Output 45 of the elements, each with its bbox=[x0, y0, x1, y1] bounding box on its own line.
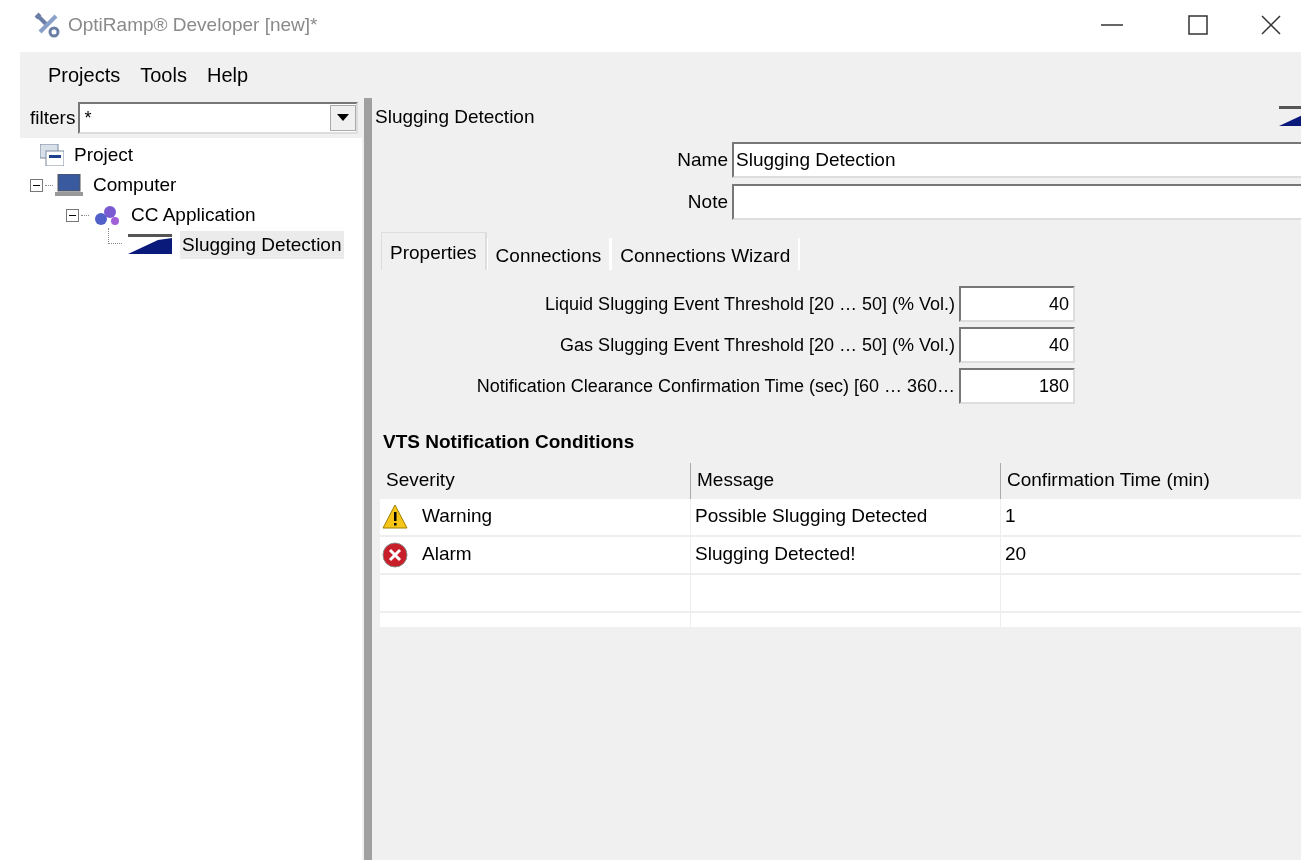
tab[interactable]: Properties bbox=[381, 232, 487, 270]
panel-title: Slugging Detection bbox=[375, 104, 535, 129]
maximize-icon bbox=[1188, 15, 1208, 35]
number-field[interactable]: 180 bbox=[959, 368, 1075, 404]
close-icon bbox=[1261, 15, 1281, 35]
table-cell: Possible Slugging Detected bbox=[690, 498, 1000, 535]
minimize-icon bbox=[1101, 24, 1123, 26]
table-cell: Slugging Detected! bbox=[690, 536, 1000, 573]
column-header[interactable]: Confirmation Time (min) bbox=[1000, 462, 1301, 499]
number-field[interactable]: 40 bbox=[959, 327, 1075, 363]
property-label: Gas Slugging Event Threshold [20 … 50] (% Vol.) bbox=[559, 333, 956, 357]
collapse-toggle-icon[interactable] bbox=[66, 208, 79, 222]
computer-icon bbox=[55, 174, 83, 196]
tree-item[interactable]: Project bbox=[72, 140, 136, 170]
tab[interactable]: Connections Wizard bbox=[611, 238, 801, 270]
note-field[interactable] bbox=[732, 184, 1301, 220]
filter-combobox[interactable]: * bbox=[78, 102, 358, 134]
collapse-toggle-icon[interactable] bbox=[30, 178, 43, 192]
menu-item[interactable]: Help bbox=[196, 56, 259, 94]
section-heading: VTS Notification Conditions bbox=[382, 430, 636, 454]
table-cell: 20 bbox=[1000, 536, 1301, 573]
filters-label: filters bbox=[30, 105, 76, 130]
tab[interactable]: Connections bbox=[486, 238, 612, 270]
field-label: Name bbox=[676, 147, 729, 172]
warning-icon bbox=[382, 503, 408, 530]
dropdown-caret-icon bbox=[337, 114, 349, 122]
field-label: Note bbox=[686, 189, 729, 214]
table-cell: 1 bbox=[1000, 498, 1301, 535]
property-label: Notification Clearance Confirmation Time (sec) [60 … 360… bbox=[475, 374, 956, 398]
table-cell-text: Warning bbox=[422, 504, 493, 529]
column-header[interactable]: Message bbox=[690, 462, 1000, 499]
name-field[interactable]: Slugging Detection bbox=[732, 142, 1301, 178]
number-field[interactable]: 40 bbox=[959, 286, 1075, 322]
menu-item[interactable]: Tools bbox=[130, 56, 197, 94]
property-label: Liquid Slugging Event Threshold [20 … 50] (% Vol.) bbox=[544, 292, 956, 316]
menu-item[interactable]: Projects bbox=[38, 56, 131, 94]
project-icon bbox=[40, 144, 64, 166]
window-title: OptiRamp® Developer [new]* bbox=[68, 12, 318, 37]
column-header[interactable]: Severity bbox=[380, 462, 690, 499]
table-cell-text: Alarm bbox=[422, 542, 472, 567]
tools-icon bbox=[34, 12, 60, 38]
slope-icon bbox=[128, 234, 172, 256]
tree-item[interactable]: Computer bbox=[91, 170, 179, 200]
tree-item[interactable]: Slugging Detection bbox=[180, 230, 344, 260]
tree-item[interactable]: CC Application bbox=[129, 200, 258, 230]
